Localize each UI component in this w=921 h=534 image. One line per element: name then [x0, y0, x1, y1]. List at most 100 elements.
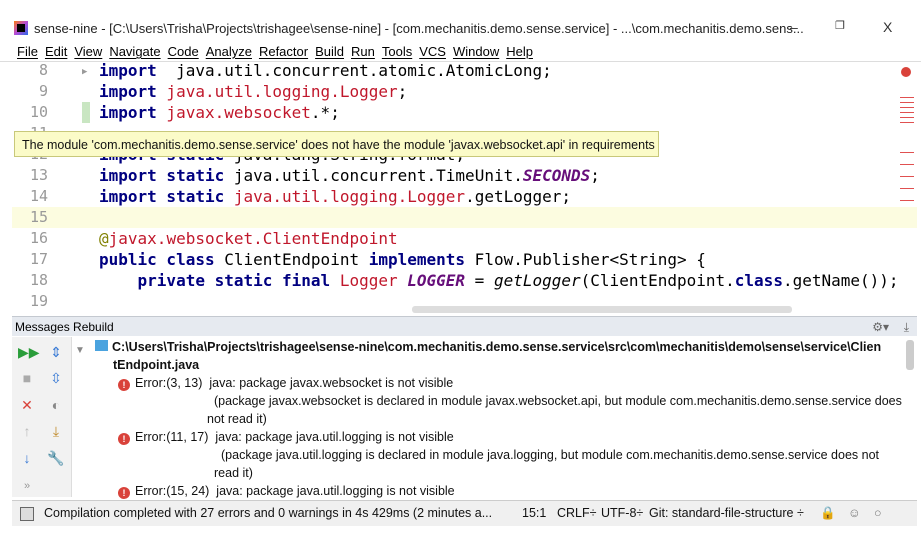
- code-text: @javax.websocket.ClientEndpoint: [99, 228, 398, 249]
- error-item[interactable]: ! Error:(15, 24) java: package java.util.…: [118, 484, 455, 499]
- fold-icon[interactable]: ▶: [82, 67, 87, 77]
- line-number: 14: [29, 187, 48, 205]
- git-branch[interactable]: Git: standard-file-structure ÷: [649, 501, 804, 526]
- messages-scrollbar[interactable]: [906, 340, 914, 370]
- event-log-icon[interactable]: ○: [874, 501, 882, 526]
- code-text: import java.util.logging.Logger;: [99, 81, 407, 102]
- code-text: public class ClientEndpoint implements F…: [99, 249, 706, 270]
- messages-panel-header: Messages Rebuild ⚙▾ ⤓: [12, 316, 917, 336]
- line-number: 13: [29, 166, 48, 184]
- code-token: LOGGER: [407, 271, 466, 290]
- code-line[interactable]: 16 @javax.websocket.ClientEndpoint: [12, 228, 917, 249]
- messages-toolbar: ▶▶ ⇕ ■ ⇳ ✕ ◐ ↑ ⤓ ↓ 🔧 »: [12, 337, 72, 497]
- menu-navigate[interactable]: Navigate: [109, 44, 160, 59]
- status-message: Compilation completed with 27 errors and…: [44, 506, 493, 520]
- gear-icon[interactable]: ⚙▾: [872, 317, 889, 337]
- close-icon[interactable]: ✕: [18, 396, 36, 414]
- restore-button[interactable]: ❐: [835, 19, 845, 32]
- code-token: import: [99, 82, 157, 101]
- more-icon[interactable]: »: [18, 477, 36, 495]
- settings-wrench-icon[interactable]: 🔧: [47, 449, 65, 467]
- menu-analyze[interactable]: Analyze: [206, 44, 252, 59]
- export-icon[interactable]: ⤓: [47, 422, 65, 440]
- error-marks[interactable]: [900, 152, 914, 212]
- inspector-icon[interactable]: ☺: [848, 501, 861, 526]
- code-token: SECONDS: [522, 166, 591, 185]
- code-text: import static java.util.logging.Logger.g…: [99, 186, 571, 207]
- filter-errors-icon[interactable]: ◐: [47, 396, 65, 414]
- menu-code[interactable]: Code: [168, 44, 199, 59]
- menu-help[interactable]: Help: [506, 44, 533, 59]
- code-line[interactable]: 18 private static final Logger LOGGER = …: [12, 270, 917, 291]
- minimize-button[interactable]: –: [790, 19, 798, 35]
- code-token: java.util.logging.Logger: [224, 187, 466, 206]
- code-token: =: [465, 271, 494, 290]
- code-token: private static final: [137, 271, 331, 290]
- code-line[interactable]: 14 import static java.util.logging.Logger…: [12, 186, 917, 207]
- menu-vcs[interactable]: VCS: [419, 44, 446, 59]
- vcs-change-marker[interactable]: [82, 102, 90, 123]
- horizontal-scrollbar[interactable]: [412, 306, 792, 313]
- code-text: private static final Logger LOGGER = get…: [99, 270, 899, 291]
- menu-bar: File Edit View Navigate Code Analyze Refactor B…: [0, 42, 921, 62]
- error-item[interactable]: ! Error:(3, 13) java: package javax.webso…: [118, 376, 453, 391]
- code-token: .getName());: [782, 271, 899, 290]
- file-path-cont: tEndpoint.java: [113, 358, 200, 372]
- menu-run[interactable]: Run: [351, 44, 375, 59]
- error-icon: !: [118, 433, 130, 445]
- collapse-all-icon[interactable]: ⇳: [47, 369, 65, 387]
- error-location: Error:(11, 17): [135, 430, 209, 444]
- line-number: 16: [29, 229, 48, 247]
- toggle-tool-windows-icon[interactable]: [20, 507, 34, 521]
- code-token: ClientEndpoint: [214, 250, 369, 269]
- code-token: .getLogger;: [465, 187, 572, 206]
- menu-window[interactable]: Window: [453, 44, 499, 59]
- code-line[interactable]: 15: [12, 207, 917, 228]
- hide-panel-icon[interactable]: ⤓: [904, 317, 909, 337]
- code-line[interactable]: 10 import javax.websocket.*;: [12, 102, 917, 123]
- code-token: implements: [368, 250, 466, 269]
- file-encoding[interactable]: UTF-8÷: [601, 501, 643, 526]
- next-icon[interactable]: ↓: [18, 449, 36, 467]
- expand-all-icon[interactable]: ⇕: [47, 343, 65, 361]
- code-line[interactable]: 17 public class ClientEndpoint implements…: [12, 249, 917, 270]
- line-separator[interactable]: CRLF÷: [557, 501, 597, 526]
- file-node[interactable]: C:\Users\Trisha\Projects\trishagee\sense…: [95, 340, 881, 354]
- error-message: java: package java.util.logging is not v…: [216, 484, 455, 498]
- code-token: import: [99, 62, 157, 80]
- rerun-icon[interactable]: ▶▶: [18, 343, 40, 361]
- menu-tools[interactable]: Tools: [382, 44, 412, 59]
- close-button[interactable]: X: [883, 19, 892, 35]
- error-stripe[interactable]: [896, 62, 917, 315]
- previous-icon[interactable]: ↑: [18, 422, 36, 440]
- code-line[interactable]: 8 import java.util.concurrent.atomic.Atom…: [12, 62, 917, 81]
- error-message: java: package java.util.logging is not v…: [215, 430, 454, 444]
- code-editor[interactable]: 8 import java.util.concurrent.atomic.Atom…: [12, 62, 917, 315]
- menu-edit[interactable]: Edit: [45, 44, 67, 59]
- menu-build[interactable]: Build: [315, 44, 344, 59]
- error-marks[interactable]: [900, 97, 914, 125]
- code-line[interactable]: 13 import static java.util.concurrent.Tim…: [12, 165, 917, 186]
- line-number: 18: [29, 271, 48, 289]
- error-item[interactable]: ! Error:(11, 17) java: package java.util.…: [118, 430, 454, 445]
- code-text: import java.util.concurrent.atomic.Atomi…: [99, 62, 552, 81]
- line-number: 8: [38, 62, 48, 79]
- error-indicator-icon[interactable]: [901, 67, 911, 77]
- menu-refactor[interactable]: Refactor: [259, 44, 308, 59]
- code-token: getLogger: [493, 271, 581, 290]
- stop-icon[interactable]: ■: [18, 369, 36, 387]
- intellij-logo-icon: [14, 21, 28, 35]
- code-token: .*;: [310, 103, 340, 122]
- caret-position[interactable]: 15:1: [522, 501, 546, 526]
- code-line[interactable]: 9 import java.util.logging.Logger;: [12, 81, 917, 102]
- code-token: class: [734, 271, 783, 290]
- error-detail: (package java.util.logging is declared i…: [221, 448, 880, 462]
- code-text: import javax.websocket.*;: [99, 102, 340, 123]
- code-token: javax.websocket.ClientEndpoint: [108, 229, 398, 248]
- menu-view[interactable]: View: [74, 44, 102, 59]
- error-detail: (package javax.websocket is declared in …: [214, 394, 902, 408]
- collapse-node-icon[interactable]: ▼: [75, 345, 85, 356]
- code-token: @: [99, 229, 109, 248]
- lock-icon[interactable]: 🔒: [820, 501, 836, 526]
- menu-file[interactable]: File: [17, 44, 38, 59]
